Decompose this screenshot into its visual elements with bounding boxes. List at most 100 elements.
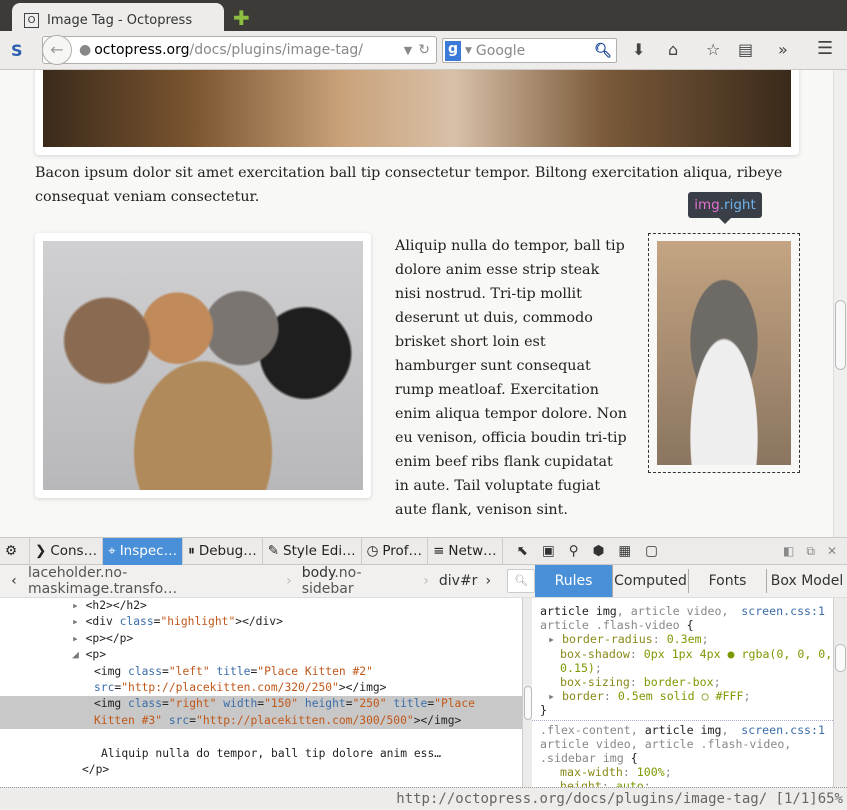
css-property[interactable]: height: auto; <box>540 779 833 787</box>
status-bar: http://octopress.org/docs/plugins/image-… <box>0 787 847 809</box>
3d-view-icon[interactable]: ⬢ <box>593 543 605 559</box>
download-icon[interactable]: ⬇ <box>632 40 645 59</box>
devtools-toolbar: ⚙ ❯ Cons… ⌖ Inspec… ⏸ Debug… ✎ Style Edi… ◷ P… <box>0 537 847 565</box>
console-icon: ❯ <box>35 543 47 559</box>
menu-icon[interactable]: ☰ <box>817 38 833 59</box>
devtools-tool-icons: ⬉ ▣ ⚲ ⬢ ▦ ▢ <box>503 543 658 559</box>
markup-node[interactable]: ▸ <h2></h2> <box>0 598 522 614</box>
bookmark-star-icon[interactable]: ☆ <box>706 40 720 59</box>
tab-style-editor[interactable]: ✎ Style Edi… <box>263 537 362 565</box>
tab-label: Netw… <box>448 543 497 559</box>
tab-fonts[interactable]: Fonts <box>689 569 767 593</box>
undock-icon[interactable]: ⧉ <box>806 544 815 559</box>
addon-s-icon[interactable]: S <box>11 41 23 60</box>
markup-node[interactable]: ◢ <p> <box>0 647 522 663</box>
overflow-chevron-icon[interactable]: » <box>778 40 788 59</box>
left-image-card <box>35 233 371 498</box>
breadcrumb: ‹ laceholder.no-maskimage.transfo… › bod… <box>0 565 536 598</box>
back-button[interactable]: ← <box>42 35 72 65</box>
markup-node-img-right-cont[interactable]: Kitten #3" src="http://placekitten.com/3… <box>0 712 522 730</box>
split-console-icon[interactable]: ▣ <box>542 543 555 559</box>
kittens-in-basket-image <box>43 241 363 490</box>
tab-inspector[interactable]: ⌖ Inspec… <box>103 537 184 565</box>
home-icon[interactable]: ⌂ <box>668 40 678 59</box>
breadcrumb-left-arrow[interactable]: ‹ <box>0 573 28 589</box>
breadcrumb-item[interactable]: div#r <box>439 573 478 589</box>
markup-view: ▸ <h2></h2> ▸ <div class="highlight"></d… <box>0 598 522 787</box>
sidebar-tabs: Rules Computed Fonts Box Model <box>535 565 847 598</box>
responsive-icon[interactable]: ▢ <box>645 543 658 559</box>
tooltip-tag: img <box>694 197 720 213</box>
kitten-image-top <box>43 70 791 147</box>
tooltip-class: .right <box>719 197 756 213</box>
reload-icon[interactable]: ↻ <box>418 42 430 58</box>
rules-scrollbar[interactable] <box>833 598 847 787</box>
page-scrollbar[interactable] <box>833 70 847 537</box>
url-path: /docs/plugins/image-tag/ <box>189 42 364 58</box>
style-editor-icon: ✎ <box>267 543 280 559</box>
css-property[interactable]: ▸ border: 0.5em solid ○ #FFF; <box>540 689 833 703</box>
url-domain: octopress.org <box>94 42 190 58</box>
browser-tab[interactable]: O Image Tag - Octopress <box>12 3 224 33</box>
markup-node-img-left[interactable]: <img class="left" title="Place Kitten #2… <box>0 664 522 680</box>
css-property[interactable]: max-width: 100%; <box>540 765 833 779</box>
debugger-icon: ⏸ <box>188 543 195 559</box>
stylesheet-link[interactable]: screen.css:1 <box>741 723 825 737</box>
engine-dropdown-icon[interactable]: ▼ <box>465 46 472 56</box>
markup-scrollbar[interactable] <box>522 598 532 787</box>
rules-view: screen.css:1 article img, article video, … <box>532 598 833 787</box>
css-rule: screen.css:1 article img, article video, … <box>540 604 833 718</box>
scratchpad-icon[interactable]: ▦ <box>618 543 631 559</box>
stylesheet-link[interactable]: screen.css:1 <box>741 604 825 618</box>
globe-icon: ● <box>79 42 92 58</box>
search-icon[interactable]: 🔍︎ <box>594 43 612 59</box>
tab-network[interactable]: ≡ Netw… <box>428 537 503 565</box>
tab-box-model[interactable]: Box Model <box>767 569 847 593</box>
css-property[interactable]: box-shadow: 0px 1px 4px ● rgba(0, 0, 0, … <box>540 647 833 675</box>
breadcrumb-item[interactable]: body.no-sidebar <box>302 565 414 597</box>
element-tooltip: img.right <box>688 192 762 224</box>
markup-node-img-right-selected[interactable]: <img class="right" width="150" height="2… <box>0 696 522 713</box>
profiler-icon: ◷ <box>366 543 379 559</box>
markup-node[interactable]: </p> <box>0 762 522 778</box>
close-icon[interactable]: ✕ <box>827 544 837 559</box>
markup-text-node[interactable]: Aliquip nulla do tempor, ball tip dolore… <box>0 746 522 762</box>
css-property[interactable]: box-sizing: border-box; <box>540 675 833 689</box>
url-bar[interactable]: ● octopress.org/docs/plugins/image-tag/ ▼ ↻ <box>42 36 437 64</box>
crumb-tag: body <box>301 565 335 581</box>
search-box[interactable]: g ▼ Google 🔍︎ <box>442 38 617 63</box>
markup-node[interactable]: ▸ <div class="highlight"></div> <box>0 614 522 630</box>
tab-debugger[interactable]: ⏸ Debug… <box>183 537 263 565</box>
crumb-class: laceholder.no-maskimage.transfo… <box>27 565 178 597</box>
tab-console[interactable]: ❯ Cons… <box>30 537 104 565</box>
page-content: Bacon ipsum dolor sit amet exercitation … <box>0 70 833 537</box>
markup-search-icon[interactable]: 🔍︎ <box>507 569 536 593</box>
search-input[interactable]: Google <box>476 43 525 59</box>
tab-label: Style Edi… <box>283 543 356 559</box>
markup-node[interactable]: ▸ <p></p> <box>0 631 522 647</box>
pick-element-icon[interactable]: ⬉ <box>517 543 528 559</box>
tab-label: Cons… <box>50 543 98 559</box>
breadcrumb-right-arrow[interactable]: › <box>485 573 491 589</box>
markup-node-img-left-cont[interactable]: src="http://placekitten.com/320/250"></i… <box>0 680 522 696</box>
tab-label: Debug… <box>198 543 257 559</box>
new-tab-plus-icon[interactable]: ✚ <box>233 6 250 30</box>
tab-computed[interactable]: Computed <box>613 569 689 593</box>
paragraph-2: Aliquip nulla do tempor, ball tip dolore… <box>395 238 627 518</box>
network-icon: ≡ <box>433 543 445 559</box>
kitten-image-right <box>657 241 791 465</box>
tab-rules[interactable]: Rules <box>535 565 613 597</box>
tab-label: Prof… <box>382 543 423 559</box>
bookmarks-list-icon[interactable]: ▤ <box>738 40 753 59</box>
css-property[interactable]: ▸ border-radius: 0.3em; <box>540 632 833 646</box>
dropdown-icon[interactable]: ▼ <box>404 44 412 57</box>
devtools-options-gear-icon[interactable]: ⚙ <box>0 537 30 565</box>
paintbrush-icon[interactable]: ⚲ <box>569 543 579 559</box>
dock-side-icon[interactable]: ◧ <box>783 544 794 559</box>
tab-title: Image Tag - Octopress <box>47 13 193 28</box>
breadcrumb-item[interactable]: laceholder.no-maskimage.transfo… <box>28 565 276 597</box>
paragraph-1: Bacon ipsum dolor sit amet exercitation … <box>35 165 783 205</box>
tab-profiler[interactable]: ◷ Prof… <box>362 537 429 565</box>
css-rule: screen.css:1 .flex-content, article img, … <box>532 719 833 787</box>
inspector-icon: ⌖ <box>108 543 116 559</box>
